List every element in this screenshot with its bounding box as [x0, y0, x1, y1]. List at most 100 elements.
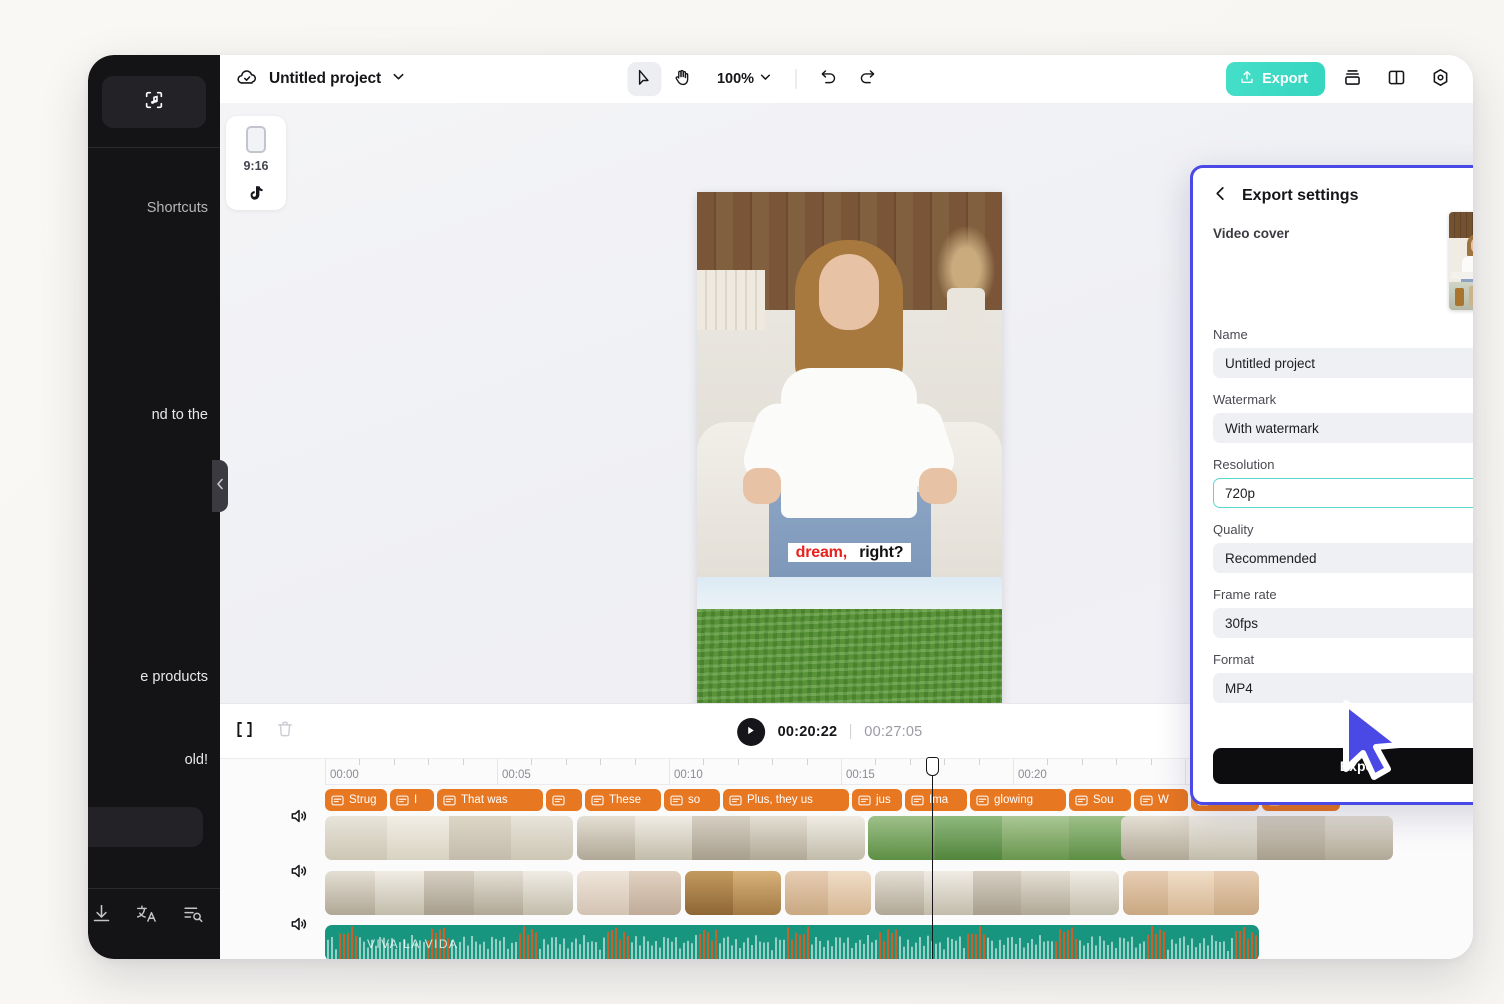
project-title[interactable]: Untitled project: [269, 70, 381, 88]
video-clip[interactable]: [1123, 871, 1259, 915]
screen-root: Shortcuts nd to the e products old! Unti…: [0, 0, 1504, 1004]
settings-button[interactable]: [1423, 62, 1457, 96]
video-clip[interactable]: [785, 871, 871, 915]
top-right-tools: Export: [1226, 55, 1457, 103]
caption-clip[interactable]: These: [585, 789, 661, 811]
quality-label: Quality: [1213, 522, 1254, 537]
track-mute-3[interactable]: [220, 899, 325, 953]
sidebar-collapse-handle[interactable]: [212, 460, 228, 512]
preview-caption[interactable]: dream, right?: [697, 543, 1002, 562]
layers-button[interactable]: [1335, 62, 1369, 96]
caption-clip[interactable]: Ima: [905, 789, 967, 811]
video-clip[interactable]: [868, 816, 1136, 860]
audio-track: VIVA LA VIDA: [325, 925, 1473, 959]
video-cover-thumbnail[interactable]: [1449, 212, 1473, 310]
audio-clip[interactable]: VIVA LA VIDA: [325, 925, 1259, 959]
clip-thumbnail: [325, 871, 375, 915]
clip-thumbnail: [577, 871, 629, 915]
caption-clip[interactable]: Sou: [1069, 789, 1131, 811]
resolution-select[interactable]: 720p: [1213, 478, 1473, 508]
caption-clip[interactable]: W: [1134, 789, 1188, 811]
chevron-down-icon[interactable]: [392, 70, 405, 88]
sidebar-text-line-2: e products: [140, 669, 208, 685]
ruler-tick: [531, 759, 533, 765]
download-icon[interactable]: [91, 903, 112, 929]
playhead-handle[interactable]: [926, 757, 939, 776]
split-clip-icon[interactable]: [234, 719, 255, 745]
select-tool-button[interactable]: [626, 62, 661, 96]
caption-clip[interactable]: [546, 789, 582, 811]
caption-clip[interactable]: That was: [437, 789, 543, 811]
framerate-select[interactable]: 30fps: [1213, 608, 1473, 638]
name-input[interactable]: Untitled project: [1213, 348, 1473, 378]
cover-bottle-1: [1455, 288, 1464, 306]
clip-thumbnail: [387, 816, 449, 860]
ruler-tick: [909, 759, 911, 765]
redo-button[interactable]: [850, 62, 884, 96]
sidebar-input-card[interactable]: [88, 807, 203, 847]
ruler-tick: [978, 759, 980, 765]
playback-controls: 00:20:22 00:27:05: [736, 704, 923, 759]
track-mute-1[interactable]: [220, 791, 325, 845]
aspect-ratio-frame-icon: [246, 126, 266, 153]
video-clip[interactable]: [1121, 816, 1393, 860]
playhead[interactable]: [926, 757, 939, 959]
ruler-label: 00:15: [846, 769, 875, 781]
aspect-ratio-card[interactable]: 9:16: [226, 116, 286, 210]
caption-clip-label: W: [1158, 794, 1169, 806]
audio-scan-icon: [143, 89, 165, 116]
hand-icon: [672, 68, 691, 90]
watermark-value: With watermark: [1225, 420, 1319, 436]
play-button[interactable]: [736, 717, 765, 746]
split-view-button[interactable]: [1379, 62, 1413, 96]
ruler-label: 00:00: [330, 769, 359, 781]
sidebar-text-line-3: old!: [184, 752, 208, 768]
clip-thumbnail: [1257, 816, 1325, 860]
ruler-tick: [1150, 759, 1152, 765]
clip-thumbnail: [511, 816, 573, 860]
name-input-value: Untitled project: [1225, 355, 1316, 371]
preview-face: [819, 254, 879, 330]
zoom-level-button[interactable]: 100%: [709, 66, 779, 92]
caption-clip[interactable]: jus: [852, 789, 902, 811]
caption-clip[interactable]: Strug: [325, 789, 387, 811]
watermark-select[interactable]: With watermark: [1213, 413, 1473, 443]
upload-icon: [1239, 69, 1255, 89]
clip-thumbnail: [685, 871, 733, 915]
video-clip[interactable]: [325, 871, 573, 915]
caption-clip[interactable]: glowing: [970, 789, 1066, 811]
framerate-label: Frame rate: [1213, 587, 1277, 602]
video-clip[interactable]: [577, 816, 865, 860]
export-button-label: Export: [1262, 71, 1308, 87]
track-mute-2[interactable]: [220, 846, 325, 900]
aspect-ratio-label: 9:16: [243, 159, 269, 173]
undo-button[interactable]: [812, 62, 846, 96]
caption-clip[interactable]: I: [390, 789, 434, 811]
export-button[interactable]: Export: [1226, 62, 1325, 96]
translate-icon[interactable]: [136, 903, 158, 929]
caption-clip-label: jus: [876, 794, 891, 806]
back-icon[interactable]: [1213, 186, 1228, 206]
video-clip[interactable]: [875, 871, 1119, 915]
sidebar-tool-audio[interactable]: [102, 76, 206, 128]
video-preview[interactable]: dream, right?: [697, 192, 1002, 733]
clip-thumbnail: [374, 871, 425, 915]
trash-icon[interactable]: [275, 719, 295, 744]
redo-icon: [858, 68, 877, 90]
sidebar-bottom-toolbar: [88, 903, 220, 929]
export-panel-title: Export settings: [1242, 187, 1359, 204]
caption-clip[interactable]: so: [664, 789, 720, 811]
video-clip[interactable]: [577, 871, 681, 915]
clip-thumbnail: [1123, 871, 1169, 915]
quality-select[interactable]: Recommended: [1213, 543, 1473, 573]
caption-clip[interactable]: Plus, they us: [723, 789, 849, 811]
ruler-tick: [393, 759, 395, 765]
video-clip[interactable]: [325, 816, 573, 860]
stack-icon: [1342, 67, 1363, 91]
hand-tool-button[interactable]: [665, 62, 699, 96]
search-list-icon[interactable]: [182, 903, 204, 929]
watermark-label: Watermark: [1213, 392, 1277, 407]
sidebar-shortcuts-label[interactable]: Shortcuts: [88, 200, 208, 216]
cover-counter: [1451, 272, 1473, 279]
video-clip[interactable]: [685, 871, 781, 915]
